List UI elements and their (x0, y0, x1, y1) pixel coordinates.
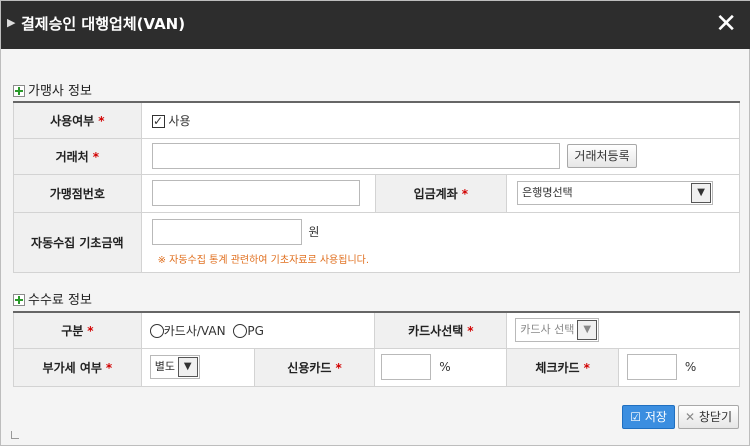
credit-card-label: 신용카드 (287, 360, 332, 375)
check-card-label-cell: 체크카드 * (506, 347, 620, 387)
client-value-cell: 거래처등록 (140, 137, 741, 175)
chevron-down-icon: ▼ (577, 320, 598, 341)
vat-select-value: 별도 (154, 360, 175, 373)
dialog-titlebar[interactable]: ▶ 결제승인 대행업체(VAN) ✕ (1, 1, 750, 49)
save-icon: ☑ (630, 410, 642, 424)
auto-collect-label-cell: 자동수집 기초금액 (13, 211, 142, 273)
type-value-cell: 카드사/VAN PG (140, 311, 376, 349)
fee-info-table: 구분 * 카드사/VAN PG 카드사선택 * 카드사 선택 ▼ 부가세 여부 * 별도… (13, 311, 740, 387)
bank-select-value: 은행명선택 (522, 186, 573, 199)
vat-select[interactable]: 별도 ▼ (149, 355, 200, 379)
required-mark: * (467, 323, 474, 338)
merchant-no-label: 가맹점번호 (49, 186, 105, 201)
deposit-account-value-cell: 은행명선택 ▼ (506, 173, 740, 213)
deposit-account-label-cell: 입금계좌 * (374, 173, 508, 213)
card-select-label-cell: 카드사선택 * (374, 311, 508, 349)
card-select-label: 카드사선택 (408, 323, 464, 338)
bank-select[interactable]: 은행명선택 ▼ (517, 181, 714, 205)
close-window-button-label: 창닫기 (698, 410, 732, 424)
check-card-input[interactable] (627, 354, 678, 380)
merchant-no-label-cell: 가맹점번호 (13, 173, 142, 213)
required-mark: * (87, 323, 94, 338)
type-label-cell: 구분 * (13, 311, 142, 349)
required-mark: * (583, 360, 590, 375)
card-select-value: 카드사 선택 (520, 323, 575, 337)
chevron-down-icon: ▼ (691, 183, 712, 203)
client-register-button[interactable]: 거래처등록 (567, 144, 637, 168)
credit-card-value-cell: % (374, 347, 508, 387)
usage-checkbox-label: 사용 (168, 113, 191, 128)
footer-buttons: ☑ 저장 ✕ 창닫기 (622, 405, 739, 429)
check-card-value-cell: % (618, 347, 740, 387)
save-button[interactable]: ☑ 저장 (622, 405, 675, 429)
save-button-label: 저장 (644, 410, 667, 424)
section-fee-info-header: 수수료 정보 (13, 289, 92, 308)
card-select-value-cell: 카드사 선택 ▼ (506, 311, 740, 349)
credit-card-input[interactable] (381, 354, 432, 380)
type-option-card-van: 카드사/VAN (163, 323, 226, 338)
section-plus-icon (13, 85, 25, 97)
type-label: 구분 (61, 323, 84, 338)
required-mark: * (461, 186, 469, 201)
client-label-cell: 거래처 * (13, 137, 142, 175)
auto-collect-label: 자동수집 기초금액 (31, 235, 124, 250)
type-radio-pg[interactable] (233, 324, 248, 339)
client-input[interactable] (151, 143, 560, 169)
card-select[interactable]: 카드사 선택 ▼ (515, 318, 600, 343)
section-merchant-info-title: 가맹사 정보 (28, 84, 92, 99)
credit-card-label-cell: 신용카드 * (253, 347, 376, 387)
deposit-account-label: 입금계좌 (413, 186, 458, 201)
merchant-no-input[interactable] (151, 180, 360, 206)
dialog-title: 결제승인 대행업체(VAN) (21, 15, 186, 33)
van-dialog: ▶ 결제승인 대행업체(VAN) ✕ 가맹사 정보 사용여부 * ✓ 사용 거래처… (0, 0, 750, 446)
usage-checkbox[interactable]: ✓ (151, 114, 165, 128)
close-small-icon: ✕ (684, 410, 696, 424)
auto-collect-value-cell: 원 ※ 자동수집 통계 관련하여 기초자료로 사용됩니다. (140, 211, 741, 273)
client-label: 거래처 (55, 149, 89, 164)
title-arrow-icon: ▶ (7, 16, 16, 29)
usage-label: 사용여부 (50, 113, 95, 128)
close-window-button[interactable]: ✕ 창닫기 (677, 405, 739, 429)
merchant-info-table: 사용여부 * ✓ 사용 거래처 * 거래처등록 가맹점번호 입금계좌 * 은행명선택 ▼ (13, 101, 741, 273)
check-card-percent-unit: % (684, 360, 697, 374)
auto-collect-input[interactable] (151, 218, 302, 245)
chevron-down-icon: ▼ (177, 357, 198, 377)
required-mark: * (335, 360, 342, 375)
merchant-no-value-cell (140, 173, 376, 213)
vat-label: 부가세 여부 (42, 360, 102, 375)
usage-value-cell: ✓ 사용 (140, 101, 741, 139)
required-mark: * (105, 360, 113, 375)
section-merchant-info-header: 가맹사 정보 (13, 80, 92, 99)
close-icon[interactable]: ✕ (715, 11, 737, 37)
required-mark: * (98, 113, 105, 128)
vat-label-cell: 부가세 여부 * (13, 347, 142, 387)
check-card-label: 체크카드 (535, 360, 580, 375)
resize-handle-icon[interactable] (11, 431, 19, 439)
currency-unit: 원 (308, 224, 320, 239)
usage-label-cell: 사용여부 * (13, 101, 142, 139)
auto-collect-notice: ※ 자동수집 통계 관련하여 기초자료로 사용됩니다. (157, 254, 370, 266)
required-mark: * (92, 149, 99, 164)
section-plus-icon (13, 294, 25, 306)
type-option-pg: PG (247, 323, 264, 338)
section-fee-info-title: 수수료 정보 (28, 293, 92, 308)
credit-card-percent-unit: % (439, 360, 451, 374)
type-radio-card-van[interactable] (149, 324, 164, 339)
vat-value-cell: 별도 ▼ (140, 347, 255, 387)
